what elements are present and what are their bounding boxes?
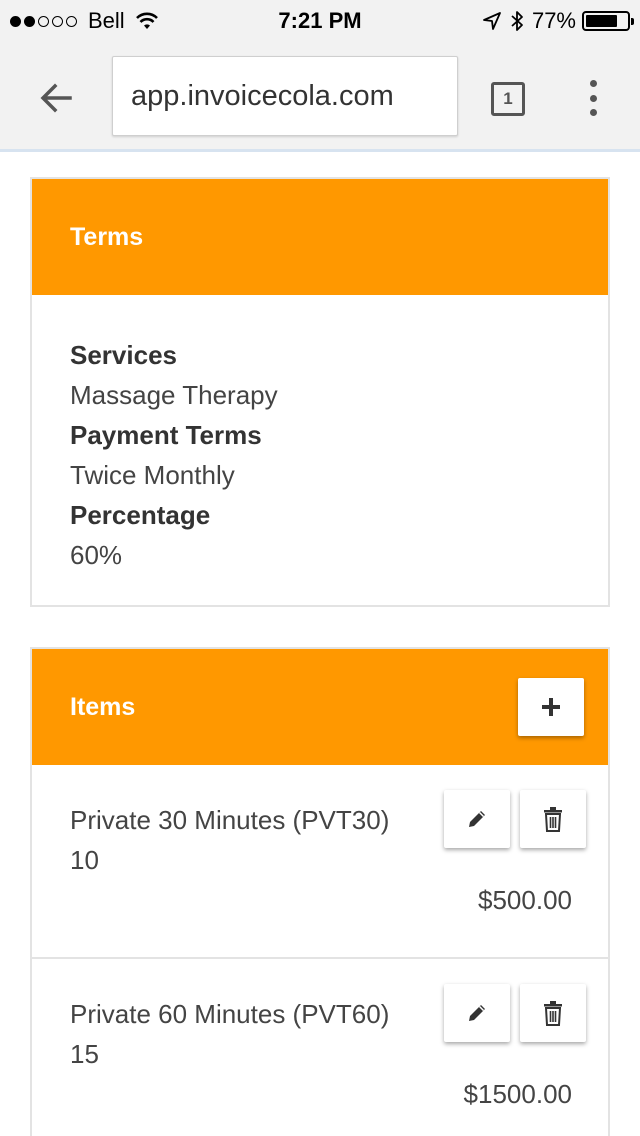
terms-card: Terms Services Massage Therapy Payment T… [30, 177, 610, 607]
trash-icon [544, 1001, 562, 1026]
percentage-value: 60% [70, 540, 123, 570]
trash-icon [544, 807, 562, 832]
status-right: 77% [482, 8, 634, 34]
overflow-menu-icon[interactable] [580, 78, 606, 118]
percentage-label: Percentage [70, 500, 211, 530]
items-card: Items Private 30 Minutes (PVT30) 10 $500… [30, 647, 610, 1136]
url-field[interactable]: app.invoicecola.com [112, 56, 458, 136]
item-price: $1500.00 [463, 1079, 572, 1109]
item-row: Private 60 Minutes (PVT60) 15 $1500.00 [32, 959, 608, 1136]
edit-item-button[interactable] [444, 790, 510, 848]
location-arrow-icon [483, 12, 501, 30]
terms-title: Terms [70, 223, 144, 251]
delete-item-button[interactable] [520, 790, 586, 848]
terms-header: Terms [32, 179, 608, 295]
battery-percent: 77% [531, 8, 576, 33]
item-quantity: 15 [70, 1039, 99, 1069]
add-item-button[interactable] [518, 678, 584, 736]
item-name: Private 30 Minutes (PVT30) [70, 805, 390, 835]
services-label: Services [70, 340, 177, 370]
pencil-icon [469, 811, 485, 827]
item-row: Private 30 Minutes (PVT30) 10 $500.00 [32, 765, 608, 959]
pencil-icon [469, 1005, 485, 1021]
bluetooth-icon [511, 11, 523, 31]
plus-icon [542, 698, 560, 716]
services-value: Massage Therapy [70, 380, 278, 410]
edit-item-button[interactable] [444, 984, 510, 1042]
payment-terms-value: Twice Monthly [70, 460, 235, 490]
items-header: Items [32, 649, 608, 765]
item-name: Private 60 Minutes (PVT60) [70, 999, 390, 1029]
items-title: Items [70, 693, 136, 721]
tab-switcher-button[interactable]: 1 [491, 82, 525, 116]
battery-icon [582, 11, 634, 31]
terms-body: Services Massage Therapy Payment Terms T… [32, 295, 608, 575]
item-quantity: 10 [70, 845, 99, 875]
delete-item-button[interactable] [520, 984, 586, 1042]
status-bar: Bell 7:21 PM 77% [0, 0, 640, 40]
back-arrow-icon[interactable] [36, 78, 76, 118]
browser-toolbar: app.invoicecola.com 1 [0, 40, 640, 152]
payment-terms-label: Payment Terms [70, 420, 262, 450]
item-price: $500.00 [478, 885, 572, 915]
